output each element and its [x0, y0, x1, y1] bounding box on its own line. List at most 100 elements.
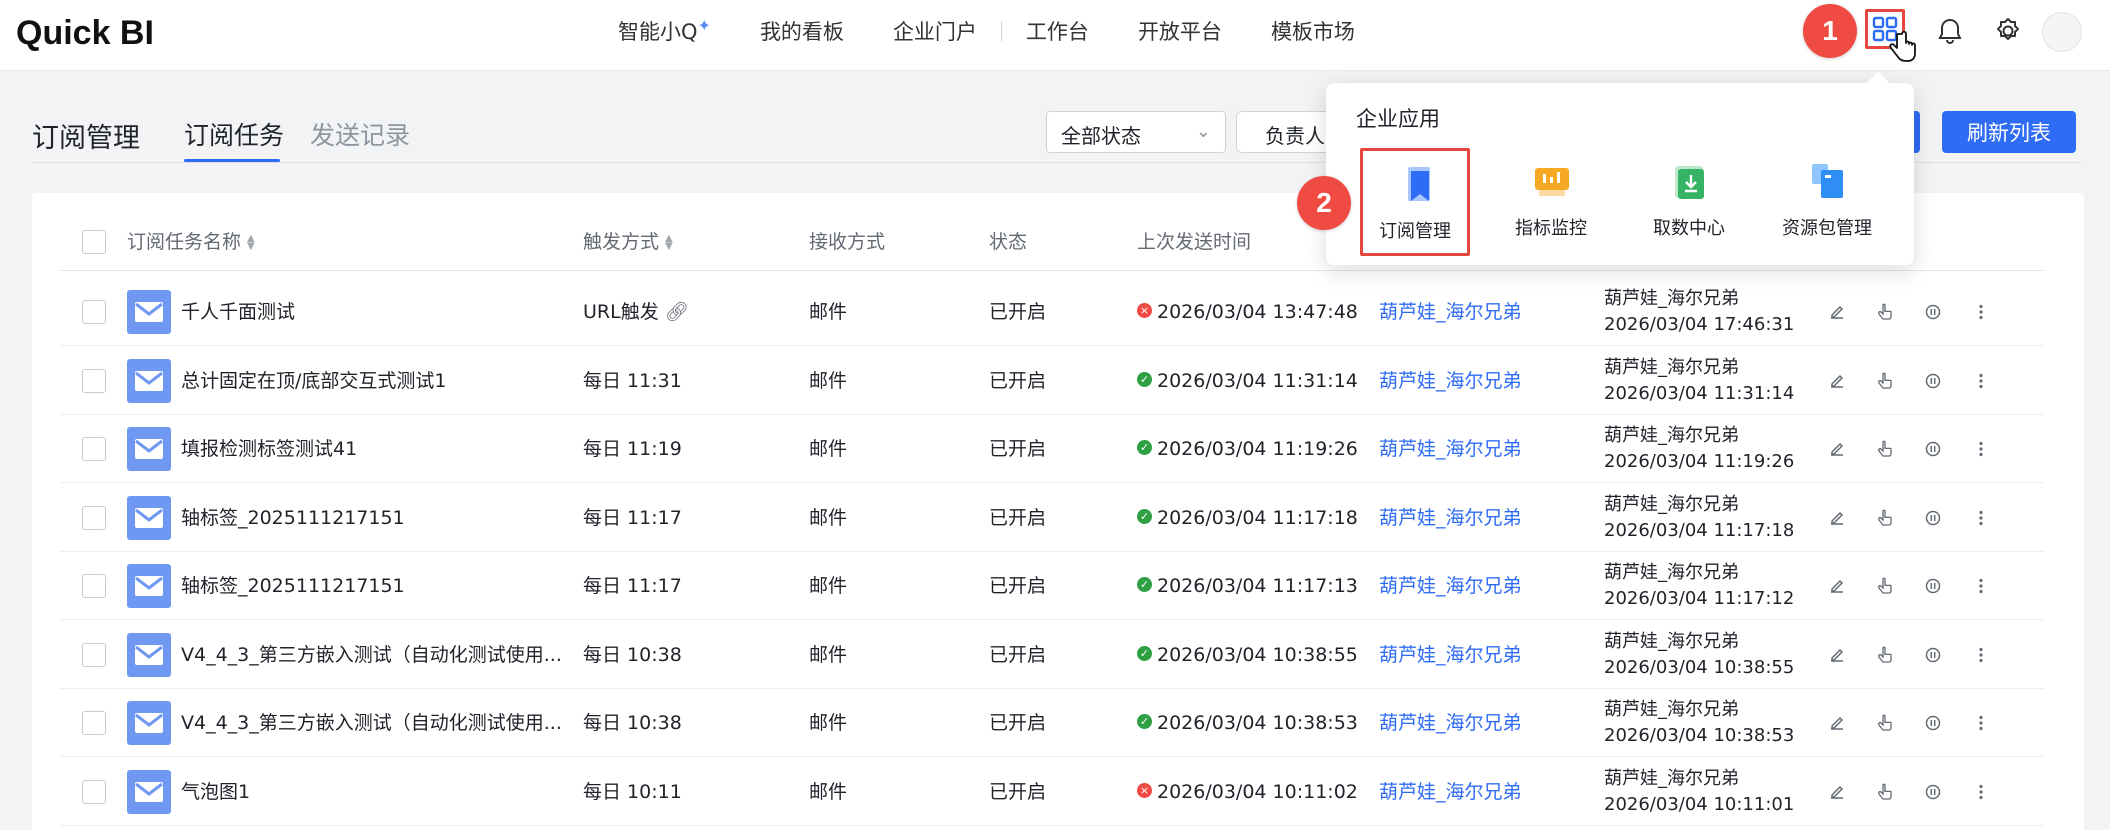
trigger-method: URL触发 🔗︎: [583, 301, 689, 323]
owner-link[interactable]: 葫芦娃_海尔兄弟: [1379, 552, 1522, 620]
trigger-send-icon[interactable]: [1875, 782, 1895, 802]
mail-icon: [127, 769, 171, 814]
more-options-icon[interactable]: [1971, 713, 1991, 733]
refresh-list-button[interactable]: 刷新列表: [1942, 111, 2076, 153]
trigger-send-icon[interactable]: [1875, 645, 1895, 665]
status-filter-select[interactable]: 全部状态 ⌄: [1046, 111, 1226, 153]
task-name[interactable]: 填报检测标签测试41: [181, 415, 357, 483]
edit-icon[interactable]: [1827, 508, 1847, 528]
more-options-icon[interactable]: [1971, 645, 1991, 665]
pause-icon[interactable]: [1923, 645, 1943, 665]
pause-icon[interactable]: [1923, 439, 1943, 459]
task-name[interactable]: 轴标签_2025111217151: [181, 552, 405, 620]
owner-link[interactable]: 葫芦娃_海尔兄弟: [1379, 758, 1522, 826]
nav-open-platform[interactable]: 开放平台: [1138, 16, 1222, 46]
column-header-trigger[interactable]: 触发方式 ▲ ▼: [583, 213, 673, 271]
quick-bi-logo[interactable]: Quick BI: [16, 14, 154, 53]
row-checkbox[interactable]: [82, 574, 106, 598]
sort-icon[interactable]: ▲ ▼: [665, 233, 673, 251]
app-resource-package[interactable]: 资源包管理: [1772, 148, 1882, 256]
trigger-send-icon[interactable]: [1875, 371, 1895, 391]
nav-smart-q[interactable]: 智能小Q✦: [618, 16, 711, 46]
table-row[interactable]: 轴标签_2025111217151 每日 11:17 邮件 已开启 ✓ 2026/03/0…: [60, 484, 2044, 552]
table-row[interactable]: V4_4_3_第三方嵌入测试（自动化测试使用... 每日 10:38 邮件 已开启 ✓ 2…: [60, 621, 2044, 689]
pause-icon[interactable]: [1923, 576, 1943, 596]
trigger-send-icon[interactable]: [1875, 302, 1895, 322]
more-options-icon[interactable]: [1971, 371, 1991, 391]
owner-link[interactable]: 葫芦娃_海尔兄弟: [1379, 689, 1522, 757]
row-checkbox[interactable]: [82, 711, 106, 735]
edit-icon[interactable]: [1827, 302, 1847, 322]
nav-workbench[interactable]: 工作台: [1026, 16, 1089, 46]
task-name[interactable]: 气泡图1: [181, 758, 250, 826]
mail-icon: [127, 632, 171, 677]
trigger-send-icon[interactable]: [1875, 713, 1895, 733]
pause-icon[interactable]: [1923, 508, 1943, 528]
more-options-icon[interactable]: [1971, 439, 1991, 459]
task-name[interactable]: 千人千面测试: [181, 278, 295, 346]
top-nav: 智能小Q✦ 我的看板 企业门户 工作台 开放平台 模板市场: [618, 0, 1404, 61]
more-options-icon[interactable]: [1971, 576, 1991, 596]
link-icon[interactable]: 🔗︎: [665, 301, 689, 323]
nav-enterprise-portal[interactable]: 企业门户: [893, 16, 977, 46]
bell-icon[interactable]: [1932, 13, 1968, 49]
more-options-icon[interactable]: [1971, 302, 1991, 322]
edit-icon[interactable]: [1827, 439, 1847, 459]
task-name[interactable]: V4_4_3_第三方嵌入测试（自动化测试使用...: [181, 621, 562, 689]
table-row[interactable]: 气泡图1 每日 10:11 邮件 已开启 × 2026/03/04 10:11:02 葫芦娃…: [60, 758, 2044, 826]
nav-template-market[interactable]: 模板市场: [1271, 16, 1355, 46]
last-sent-time: × 2026/03/04 13:47:48: [1137, 278, 1358, 346]
app-metric-monitoring[interactable]: 指标监控: [1496, 148, 1606, 256]
more-options-icon[interactable]: [1971, 782, 1991, 802]
error-icon: ×: [1137, 303, 1152, 318]
pause-icon[interactable]: [1923, 713, 1943, 733]
modifier-name: 葫芦娃_海尔兄弟: [1604, 425, 1739, 446]
edit-icon[interactable]: [1827, 645, 1847, 665]
modifier-info: 葫芦娃_海尔兄弟 2026/03/04 10:38:55: [1604, 629, 1794, 681]
chevron-down-icon: ⌄: [1195, 121, 1211, 142]
edit-icon[interactable]: [1827, 782, 1847, 802]
row-checkbox[interactable]: [82, 505, 106, 530]
tab-send-records[interactable]: 发送记录: [310, 116, 410, 152]
edit-icon[interactable]: [1827, 713, 1847, 733]
more-options-icon[interactable]: [1971, 508, 1991, 528]
row-checkbox[interactable]: [82, 779, 106, 804]
owner-link[interactable]: 葫芦娃_海尔兄弟: [1379, 278, 1522, 346]
table-row[interactable]: V4_4_3_第三方嵌入测试（自动化测试使用... 每日 10:38 邮件 已开启 ✓ 2…: [60, 689, 2044, 757]
owner-link[interactable]: 葫芦娃_海尔兄弟: [1379, 621, 1522, 689]
trigger-send-icon[interactable]: [1875, 576, 1895, 596]
owner-link[interactable]: 葫芦娃_海尔兄弟: [1379, 415, 1522, 483]
select-all-checkbox[interactable]: [82, 230, 106, 254]
row-checkbox[interactable]: [82, 642, 106, 667]
task-name[interactable]: 轴标签_2025111217151: [181, 484, 405, 552]
table-row[interactable]: 轴标签_2025111217151 每日 11:17 邮件 已开启 ✓ 2026/03/0…: [60, 552, 2044, 620]
gear-icon[interactable]: [1990, 13, 2026, 49]
nav-my-dashboard[interactable]: 我的看板: [760, 16, 844, 46]
task-name[interactable]: 总计固定在顶/底部交互式测试1: [181, 347, 447, 415]
avatar[interactable]: [2042, 12, 2082, 52]
row-checkbox[interactable]: [82, 368, 106, 393]
pause-icon[interactable]: [1923, 371, 1943, 391]
table-row[interactable]: 总计固定在顶/底部交互式测试1 每日 11:31 邮件 已开启 ✓ 2026/03/04 …: [60, 347, 2044, 415]
edit-icon[interactable]: [1827, 371, 1847, 391]
table-row[interactable]: 填报检测标签测试41 每日 11:19 邮件 已开启 ✓ 2026/03/04 11:19…: [60, 415, 2044, 483]
app-data-fetch-center[interactable]: 取数中心: [1634, 148, 1744, 256]
trigger-send-icon[interactable]: [1875, 508, 1895, 528]
table-row[interactable]: 千人千面测试 URL触发 🔗︎ 邮件 已开启 × 2026/03/04 13:47:48 葫…: [60, 278, 2044, 346]
pause-icon[interactable]: [1923, 302, 1943, 322]
app-subscription-management[interactable]: 订阅管理: [1360, 148, 1470, 256]
row-checkbox[interactable]: [82, 300, 106, 324]
task-name[interactable]: V4_4_3_第三方嵌入测试（自动化测试使用...: [181, 689, 562, 757]
pause-icon[interactable]: [1923, 782, 1943, 802]
receive-method: 邮件: [809, 575, 848, 597]
column-header-name[interactable]: 订阅任务名称 ▲ ▼: [127, 213, 255, 271]
modifier-info: 葫芦娃_海尔兄弟 2026/03/04 11:17:18: [1604, 492, 1794, 544]
tab-subscription-tasks[interactable]: 订阅任务: [184, 116, 284, 152]
sort-icon[interactable]: ▲ ▼: [247, 233, 255, 251]
row-checkbox[interactable]: [82, 437, 106, 461]
trigger-send-icon[interactable]: [1875, 439, 1895, 459]
edit-icon[interactable]: [1827, 576, 1847, 596]
owner-link[interactable]: 葫芦娃_海尔兄弟: [1379, 347, 1522, 415]
table-panel: 订阅任务名称 ▲ ▼ 触发方式 ▲ ▼ 接收方式 状态 上次发送时间 千人千面测试 URL…: [32, 193, 2084, 830]
owner-link[interactable]: 葫芦娃_海尔兄弟: [1379, 484, 1522, 552]
